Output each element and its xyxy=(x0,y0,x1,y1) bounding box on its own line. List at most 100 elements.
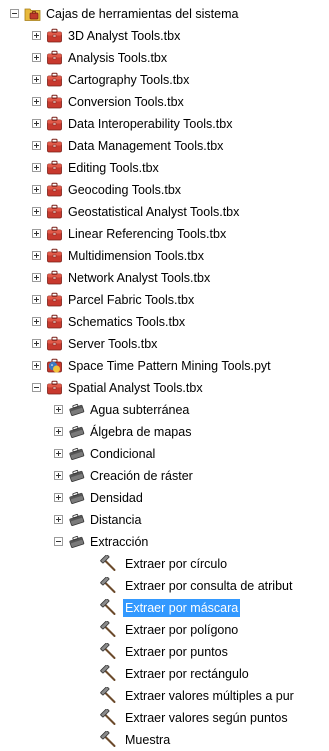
expand-toggle-icon[interactable] xyxy=(32,97,41,106)
toolbox-icon xyxy=(46,137,63,154)
tree-item-label: Extraer por consulta de atribut xyxy=(125,579,293,593)
toolset-icon xyxy=(68,489,85,506)
tree-item-label: Creación de ráster xyxy=(90,469,193,483)
tree-item-label: Spatial Analyst Tools.tbx xyxy=(68,381,203,395)
tree-item-linear-referencing-tools-tbx[interactable]: Linear Referencing Tools.tbx xyxy=(0,223,329,245)
tree-item-3d-analyst-tools-tbx[interactable]: 3D Analyst Tools.tbx xyxy=(0,25,329,47)
tree-item-extraer-por-poligono[interactable]: Extraer por polígono xyxy=(0,619,329,641)
tree-item-extraccion[interactable]: Extracción xyxy=(0,531,329,553)
collapse-toggle-icon[interactable] xyxy=(54,537,63,546)
tool-hammer-icon xyxy=(100,598,117,616)
expand-toggle-icon[interactable] xyxy=(32,75,41,84)
tree-item-label: Schematics Tools.tbx xyxy=(68,315,186,329)
tree-item-data-management-tools-tbx[interactable]: Data Management Tools.tbx xyxy=(0,135,329,157)
tree-item-label: Extracción xyxy=(90,535,149,549)
collapse-toggle-icon[interactable] xyxy=(10,9,19,18)
tree-item-label: Data Interoperability Tools.tbx xyxy=(68,117,233,131)
tree-item-space-time-pattern-mining-tools-pyt[interactable]: Space Time Pattern Mining Tools.pyt xyxy=(0,355,329,377)
tree-item-cajas-de-herramientas-del-sistema[interactable]: Cajas de herramientas del sistema xyxy=(0,3,329,25)
tree-item-label: Condicional xyxy=(90,447,156,461)
tool-hammer-icon xyxy=(100,730,117,748)
tree-item-extraer-valores-multiples-a-pur[interactable]: Extraer valores múltiples a pur xyxy=(0,685,329,707)
expand-toggle-icon[interactable] xyxy=(54,493,63,502)
tree-item-label: Network Analyst Tools.tbx xyxy=(68,271,211,285)
tree-item-agua-subterranea[interactable]: Agua subterránea xyxy=(0,399,329,421)
tree-item-extraer-por-rectangulo[interactable]: Extraer por rectángulo xyxy=(0,663,329,685)
toolbox-icon xyxy=(46,93,63,110)
collapse-toggle-icon[interactable] xyxy=(32,383,41,392)
expand-toggle-icon[interactable] xyxy=(32,361,41,370)
expand-toggle-icon[interactable] xyxy=(32,339,41,348)
toolbox-icon xyxy=(46,291,63,308)
expand-toggle-icon[interactable] xyxy=(32,31,41,40)
expand-toggle-icon[interactable] xyxy=(54,449,63,458)
tree-item-label: Álgebra de mapas xyxy=(90,425,192,439)
toolbox-icon xyxy=(46,313,63,330)
toolbox-icon xyxy=(46,71,63,88)
tree-item-label: Data Management Tools.tbx xyxy=(68,139,224,153)
expand-toggle-icon[interactable] xyxy=(32,163,41,172)
tree-item-multidimension-tools-tbx[interactable]: Multidimension Tools.tbx xyxy=(0,245,329,267)
tree-item-data-interoperability-tools-tbx[interactable]: Data Interoperability Tools.tbx xyxy=(0,113,329,135)
tree-item-extraer-por-consulta-de-atribut[interactable]: Extraer por consulta de atribut xyxy=(0,575,329,597)
tree-item-analysis-tools-tbx[interactable]: Analysis Tools.tbx xyxy=(0,47,329,69)
tree-item-muestra[interactable]: Muestra xyxy=(0,729,329,751)
expand-toggle-icon[interactable] xyxy=(54,471,63,480)
expand-toggle-icon[interactable] xyxy=(32,53,41,62)
tree-item-densidad[interactable]: Densidad xyxy=(0,487,329,509)
tree-item-label: 3D Analyst Tools.tbx xyxy=(68,29,181,43)
tree-item-distancia[interactable]: Distancia xyxy=(0,509,329,531)
tree-item-geostatistical-analyst-tools-tbx[interactable]: Geostatistical Analyst Tools.tbx xyxy=(0,201,329,223)
tree-item-extraer-por-circulo[interactable]: Extraer por círculo xyxy=(0,553,329,575)
tree-item-geocoding-tools-tbx[interactable]: Geocoding Tools.tbx xyxy=(0,179,329,201)
tool-hammer-icon xyxy=(100,554,117,572)
tree-item-label: Server Tools.tbx xyxy=(68,337,158,351)
expand-toggle-icon[interactable] xyxy=(54,427,63,436)
system-toolboxes-folder-icon xyxy=(24,5,41,22)
tree-item-cartography-tools-tbx[interactable]: Cartography Tools.tbx xyxy=(0,69,329,91)
toolset-icon xyxy=(68,423,85,440)
expand-toggle-icon[interactable] xyxy=(54,515,63,524)
tree-item-label: Cartography Tools.tbx xyxy=(68,73,190,87)
tool-hammer-icon xyxy=(100,708,117,726)
tree-item-extraer-por-puntos[interactable]: Extraer por puntos xyxy=(0,641,329,663)
toolset-icon xyxy=(68,445,85,462)
toolbox-icon xyxy=(46,203,63,220)
expand-toggle-icon[interactable] xyxy=(32,141,41,150)
tree-item-label: Extraer por rectángulo xyxy=(125,667,249,681)
tree-item-label: Extraer por polígono xyxy=(125,623,239,637)
tree-item-extraer-valores-segun-puntos[interactable]: Extraer valores según puntos xyxy=(0,707,329,729)
tree-item-conversion-tools-tbx[interactable]: Conversion Tools.tbx xyxy=(0,91,329,113)
expand-toggle-icon[interactable] xyxy=(32,119,41,128)
expand-toggle-icon[interactable] xyxy=(32,251,41,260)
tree-item-condicional[interactable]: Condicional xyxy=(0,443,329,465)
expand-toggle-icon[interactable] xyxy=(32,229,41,238)
tree-item-parcel-fabric-tools-tbx[interactable]: Parcel Fabric Tools.tbx xyxy=(0,289,329,311)
tree-item-schematics-tools-tbx[interactable]: Schematics Tools.tbx xyxy=(0,311,329,333)
toolbox-icon xyxy=(46,49,63,66)
expand-toggle-icon[interactable] xyxy=(32,295,41,304)
expand-toggle-icon[interactable] xyxy=(32,317,41,326)
tree-item-algebra-de-mapas[interactable]: Álgebra de mapas xyxy=(0,421,329,443)
tree-item-server-tools-tbx[interactable]: Server Tools.tbx xyxy=(0,333,329,355)
tree-item-label: Extraer por puntos xyxy=(125,645,228,659)
toolbox-icon xyxy=(46,181,63,198)
tree-item-label: Extraer valores según puntos xyxy=(125,711,288,725)
toolset-icon xyxy=(68,511,85,528)
tree-item-spatial-analyst-tools-tbx[interactable]: Spatial Analyst Tools.tbx xyxy=(0,377,329,399)
tree-item-network-analyst-tools-tbx[interactable]: Network Analyst Tools.tbx xyxy=(0,267,329,289)
toolbox-icon xyxy=(46,379,63,396)
expand-toggle-icon[interactable] xyxy=(32,185,41,194)
expand-toggle-icon[interactable] xyxy=(54,405,63,414)
tree-item-editing-tools-tbx[interactable]: Editing Tools.tbx xyxy=(0,157,329,179)
catalog-tree: Cajas de herramientas del sistema 3D Anal… xyxy=(0,0,329,747)
tool-hammer-icon xyxy=(100,686,117,704)
tree-item-label: Extraer por círculo xyxy=(125,557,228,571)
expand-toggle-icon[interactable] xyxy=(32,273,41,282)
toolset-icon xyxy=(68,401,85,418)
expand-toggle-icon[interactable] xyxy=(32,207,41,216)
toolset-icon xyxy=(68,533,85,550)
tree-item-label: Editing Tools.tbx xyxy=(68,161,159,175)
tree-item-creacion-de-raster[interactable]: Creación de ráster xyxy=(0,465,329,487)
tree-item-extraer-por-mascara[interactable]: Extraer por máscara xyxy=(0,597,329,619)
